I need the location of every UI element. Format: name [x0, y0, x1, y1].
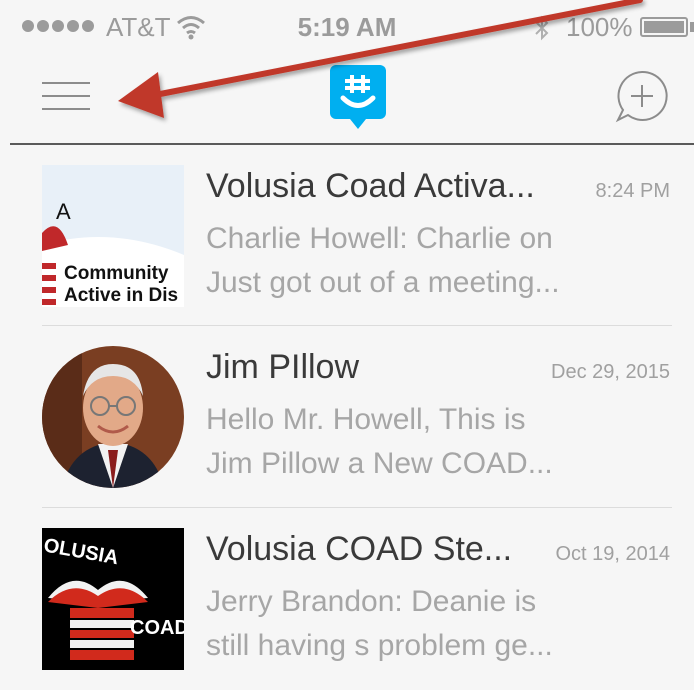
status-bar: AT&T 5:19 AM 100%: [0, 0, 694, 56]
volusia-coad-logo-icon: OLUSIA COAD: [42, 528, 184, 670]
hamburger-menu-icon[interactable]: [34, 70, 98, 122]
preview-line-1: Jerry Brandon: Deanie is: [206, 585, 537, 618]
group-avatar: A Community Active in Dis: [42, 165, 184, 307]
battery-tip: [690, 22, 694, 32]
community-logo-icon: A Community Active in Dis: [42, 165, 184, 307]
avatar-text-line-2: Active in Dis: [64, 285, 178, 306]
message-preview: Hello Mr. Howell, This is Jim Pillow a N…: [206, 398, 646, 486]
battery-percent: 100%: [566, 12, 633, 42]
conversation-item[interactable]: Jim PIllow Dec 29, 2015 Hello Mr. Howell…: [0, 326, 694, 508]
preview-line-1: Hello Mr. Howell, This is: [206, 403, 526, 436]
preview-line-2: Jim Pillow a New COAD...: [206, 447, 553, 480]
groupme-logo-icon: [330, 65, 386, 129]
message-preview: Jerry Brandon: Deanie is still having s …: [206, 580, 646, 668]
conversation-item[interactable]: A Community Active in Dis Volusia Coad A…: [0, 145, 694, 327]
user-avatar: [42, 346, 184, 488]
conversation-item[interactable]: OLUSIA COAD Volusia COAD Ste... Oct 19, …: [0, 508, 694, 690]
message-preview: Charlie Howell: Charlie on Just got out …: [206, 217, 646, 305]
nav-bar: [0, 56, 694, 144]
preview-line-1: Charlie Howell: Charlie on: [206, 222, 553, 255]
preview-line-2: Just got out of a meeting...: [206, 266, 560, 299]
avatar-text-line-1: Community: [64, 263, 169, 284]
person-photo-icon: [42, 346, 184, 488]
avatar-letter: A: [56, 199, 71, 224]
bluetooth-icon: [535, 15, 549, 41]
conversation-time: Dec 29, 2015: [551, 361, 670, 383]
compose-message-icon[interactable]: [614, 68, 670, 124]
group-avatar: OLUSIA COAD: [42, 528, 184, 670]
preview-line-2: still having s problem ge...: [206, 629, 553, 662]
conversation-time: 8:24 PM: [595, 180, 670, 202]
battery-icon: [640, 17, 688, 37]
avatar-text-line-2: COAD: [130, 617, 184, 639]
conversation-time: Oct 19, 2014: [555, 543, 670, 565]
